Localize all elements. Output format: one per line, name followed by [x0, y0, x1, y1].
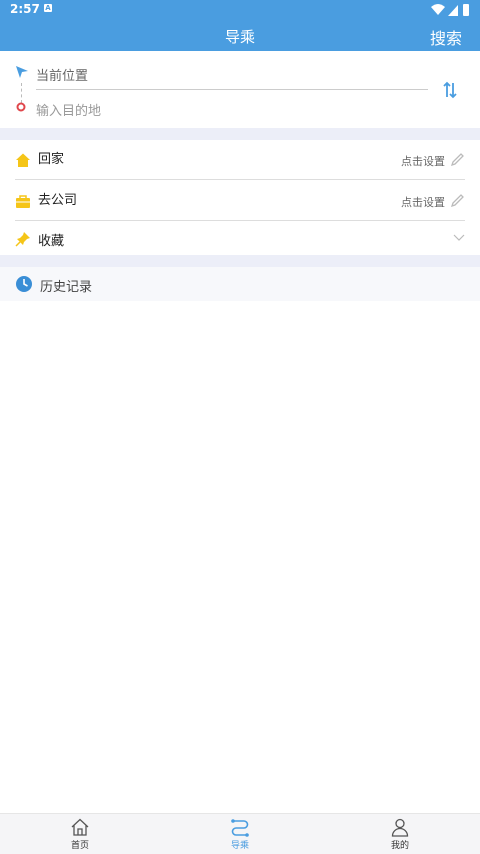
favorites-label: 收藏 [38, 234, 65, 249]
page-title: 导乘 [224, 28, 255, 46]
route-divider [36, 89, 428, 90]
edit-pencil-icon[interactable] [450, 152, 465, 167]
status-bar: 2:57 A [0, 0, 480, 20]
history-label: 历史记录 [40, 280, 93, 295]
section-separator [0, 128, 480, 140]
chevron-down-icon[interactable] [453, 234, 465, 242]
route-input-panel: 当前位置 输入目的地 [0, 51, 480, 128]
nav-me-label: 我的 [390, 841, 409, 851]
home-shortcut-row[interactable]: 回家 点击设置 [0, 140, 480, 180]
nav-guide-label: 导乘 [230, 841, 249, 851]
nav-home-label: 首页 [70, 841, 89, 851]
clock-icon [16, 276, 32, 292]
route-icon [231, 819, 249, 837]
destination-field[interactable]: 输入目的地 [36, 100, 101, 119]
destination-marker-icon [16, 102, 26, 112]
history-section-header: 历史记录 [0, 267, 480, 301]
row-divider [15, 179, 465, 180]
home-icon [71, 818, 89, 836]
nav-guide[interactable]: 导乘 [200, 814, 280, 854]
search-button[interactable]: 搜索 [430, 25, 462, 49]
navigation-arrow-icon [16, 66, 28, 78]
user-icon [391, 818, 409, 837]
notification-icon: A [44, 4, 52, 12]
home-label: 回家 [38, 152, 65, 167]
pin-icon [15, 232, 30, 247]
briefcase-icon [16, 195, 30, 208]
home-set-link[interactable]: 点击设置 [401, 153, 445, 169]
company-label: 去公司 [38, 193, 78, 208]
section-separator [0, 255, 480, 267]
origin-field[interactable]: 当前位置 [36, 65, 88, 84]
company-set-link[interactable]: 点击设置 [401, 194, 445, 210]
bottom-navigation: 首页 导乘 我的 [0, 813, 480, 854]
status-icons [431, 4, 469, 16]
status-time: 2:57 [10, 2, 40, 16]
home-icon [16, 153, 30, 167]
nav-me[interactable]: 我的 [360, 814, 440, 854]
company-shortcut-row[interactable]: 去公司 点击设置 [0, 181, 480, 221]
top-bar: 2:57 A 导乘 搜索 [0, 0, 480, 51]
route-connector [21, 83, 23, 103]
favorites-row[interactable]: 收藏 [0, 222, 480, 255]
edit-pencil-icon[interactable] [450, 193, 465, 208]
swap-icon[interactable] [442, 81, 458, 99]
row-divider [15, 220, 465, 221]
nav-home[interactable]: 首页 [40, 814, 120, 854]
